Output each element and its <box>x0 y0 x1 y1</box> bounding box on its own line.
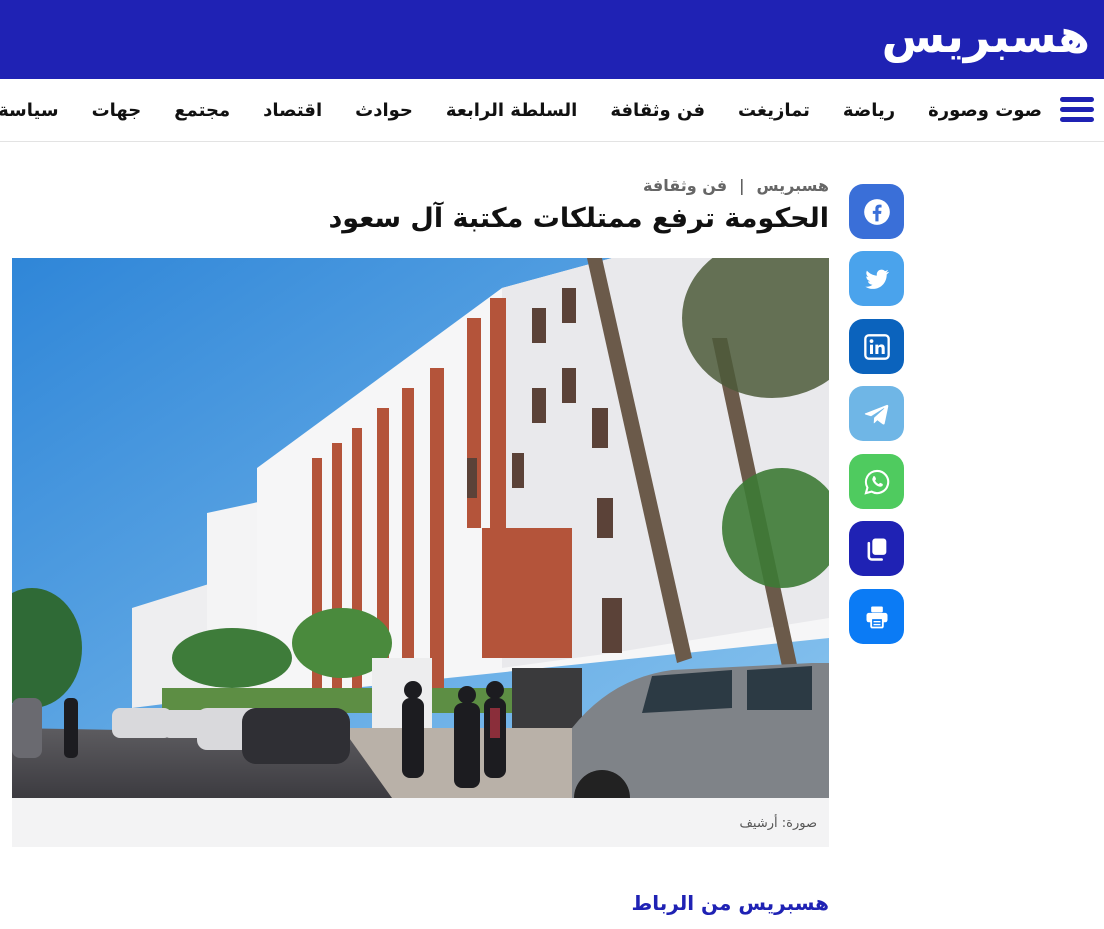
nav-item-5[interactable]: حوادث <box>355 100 413 121</box>
nav-item-6[interactable]: السلطة الرابعة <box>446 100 577 121</box>
article-title: الحكومة ترفع ممتلكات مكتبة آل سعود <box>328 203 829 234</box>
breadcrumb: هسبريس | فن وثقافة <box>643 176 829 195</box>
nav-item-4[interactable]: اقتصاد <box>263 100 322 121</box>
building-photo <box>12 258 829 798</box>
telegram-icon <box>864 404 888 424</box>
telegram-share-button[interactable] <box>849 386 904 441</box>
nav-item-2[interactable]: جهات <box>92 100 142 121</box>
twitter-icon <box>864 269 889 289</box>
facebook-share-button[interactable] <box>849 184 904 239</box>
article-image <box>12 258 829 798</box>
copy-icon <box>867 538 886 561</box>
nav-item-8[interactable]: تمازيغت <box>738 100 810 121</box>
top-header: هسبريس <box>0 0 1104 79</box>
print-icon <box>866 606 887 628</box>
nav-item-10[interactable]: صوت وصورة <box>928 100 1042 121</box>
breadcrumb-separator: | <box>739 176 745 195</box>
nav-items: الرئيسيةسياسةجهاتمجتمعاقتصادحوادثالسلطة … <box>0 79 1042 141</box>
nav-item-9[interactable]: رياضة <box>843 100 895 121</box>
copy-link-button[interactable] <box>849 521 904 576</box>
whatsapp-share-button[interactable] <box>849 454 904 509</box>
image-caption: صورة: أرشيف <box>739 816 817 831</box>
nav-item-3[interactable]: مجتمع <box>174 100 230 121</box>
linkedin-share-button[interactable] <box>849 319 904 374</box>
menu-icon[interactable] <box>1060 97 1094 123</box>
whatsapp-icon <box>863 469 889 495</box>
main-navigation: الرئيسيةسياسةجهاتمجتمعاقتصادحوادثالسلطة … <box>0 79 1104 142</box>
nav-item-1[interactable]: سياسة <box>0 100 59 121</box>
image-caption-box: صورة: أرشيف <box>12 798 829 847</box>
breadcrumb-section[interactable]: فن وثقافة <box>643 176 727 195</box>
print-button[interactable] <box>849 589 904 644</box>
twitter-share-button[interactable] <box>849 251 904 306</box>
site-logo[interactable]: هسبريس <box>882 6 1091 66</box>
linkedin-icon <box>863 333 890 360</box>
nav-item-7[interactable]: فن وثقافة <box>610 100 705 121</box>
facebook-icon <box>863 198 890 225</box>
article-author-line: هسبريس من الرباط <box>631 891 829 915</box>
breadcrumb-site[interactable]: هسبريس <box>757 176 829 195</box>
